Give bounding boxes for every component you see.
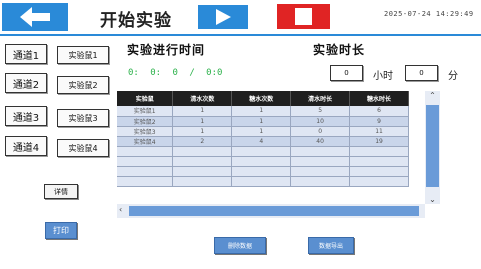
print-button[interactable]: 打印 xyxy=(45,222,77,239)
table-cell: 实验鼠4 xyxy=(117,136,174,147)
table-cell: 10 xyxy=(290,116,351,127)
detail-button[interactable]: 详情 xyxy=(44,184,78,199)
table-cell: 实验鼠2 xyxy=(117,116,174,127)
horizontal-scrollbar[interactable]: ‹ xyxy=(117,204,425,218)
horizontal-scroll-thumb[interactable] xyxy=(129,206,419,216)
table-cell: 实验鼠3 xyxy=(117,126,174,137)
page-title: 开始实验 xyxy=(100,11,172,31)
table-cell: 1 xyxy=(231,106,292,117)
channel-2-button[interactable]: 通道2 xyxy=(5,73,47,93)
table-row-empty xyxy=(117,176,409,187)
table-cell: 1 xyxy=(231,116,292,127)
stop-icon xyxy=(295,8,312,25)
table-row[interactable]: 实验鼠3 1 1 0 11 xyxy=(117,126,409,137)
channel-4-button[interactable]: 通道4 xyxy=(5,136,47,156)
table-cell: 1 xyxy=(172,116,233,127)
column-header: 实验鼠 xyxy=(117,91,174,106)
hours-unit: 小时 xyxy=(373,71,393,82)
mouse-3-button[interactable]: 实验鼠3 xyxy=(57,109,109,127)
data-table: 实验鼠 清水次数 糖水次数 清水时长 糖水时长 实验鼠1 1 1 5 6 实验鼠… xyxy=(117,91,425,203)
column-header: 清水时长 xyxy=(290,91,351,106)
export-data-button[interactable]: 数据导出 xyxy=(308,237,354,254)
table-cell: 1 xyxy=(172,106,233,117)
minutes-unit: 分 xyxy=(448,71,458,82)
play-icon xyxy=(216,9,231,25)
table-cell: 40 xyxy=(290,136,351,147)
table-cell: 1 xyxy=(231,126,292,137)
elapsed-time: 0: 0: 0 / 0:0 xyxy=(128,68,223,78)
channel-1-button[interactable]: 通道1 xyxy=(5,44,47,64)
mouse-1-button[interactable]: 实验鼠1 xyxy=(57,46,109,64)
table-cell: 5 xyxy=(290,106,351,117)
mouse-4-button[interactable]: 实验鼠4 xyxy=(57,139,109,157)
delete-data-button[interactable]: 删除数据 xyxy=(214,237,266,254)
table-cell: 4 xyxy=(231,136,292,147)
table-row-empty xyxy=(117,166,409,177)
table-row-empty xyxy=(117,156,409,167)
table-cell: 6 xyxy=(349,106,409,117)
table-cell: 1 xyxy=(172,126,233,137)
column-header: 清水次数 xyxy=(172,91,233,106)
chevron-left-icon[interactable]: ‹ xyxy=(119,205,122,214)
duration-label: 实验时长 xyxy=(313,43,366,57)
column-header: 糖水时长 xyxy=(349,91,409,106)
channel-3-button[interactable]: 通道3 xyxy=(5,106,47,126)
datetime: 2025-07-24 14:29:49 xyxy=(384,10,474,18)
table-cell: 11 xyxy=(349,126,409,137)
table-cell: 19 xyxy=(349,136,409,147)
header-divider xyxy=(0,34,481,36)
progress-label: 实验进行时间 xyxy=(127,43,206,57)
chevron-down-icon[interactable]: ⌄ xyxy=(425,195,440,204)
start-button[interactable] xyxy=(198,5,248,29)
table-cell: 9 xyxy=(349,116,409,127)
arrow-left-icon xyxy=(20,7,50,27)
minutes-input[interactable]: 0 xyxy=(405,65,438,81)
vertical-scroll-thumb[interactable] xyxy=(426,105,439,187)
vertical-scrollbar[interactable]: ⌃ ⌄ xyxy=(425,91,440,204)
stop-button[interactable] xyxy=(277,4,330,29)
table-cell: 2 xyxy=(172,136,233,147)
table-row[interactable]: 实验鼠2 1 1 10 9 xyxy=(117,116,409,127)
table-row[interactable]: 实验鼠4 2 4 40 19 xyxy=(117,136,409,147)
chevron-up-icon[interactable]: ⌃ xyxy=(425,91,440,100)
mouse-2-button[interactable]: 实验鼠2 xyxy=(57,76,109,94)
table-cell: 0 xyxy=(290,126,351,137)
table-row-empty xyxy=(117,146,409,157)
back-button[interactable] xyxy=(2,3,68,31)
top-bar: 开始实验 2025-07-24 14:29:49 xyxy=(0,0,481,34)
table-cell: 实验鼠1 xyxy=(117,106,174,117)
table-header-row: 实验鼠 清水次数 糖水次数 清水时长 糖水时长 xyxy=(117,91,409,106)
table-row[interactable]: 实验鼠1 1 1 5 6 xyxy=(117,106,409,117)
column-header: 糖水次数 xyxy=(231,91,292,106)
hours-input[interactable]: 0 xyxy=(330,65,363,81)
